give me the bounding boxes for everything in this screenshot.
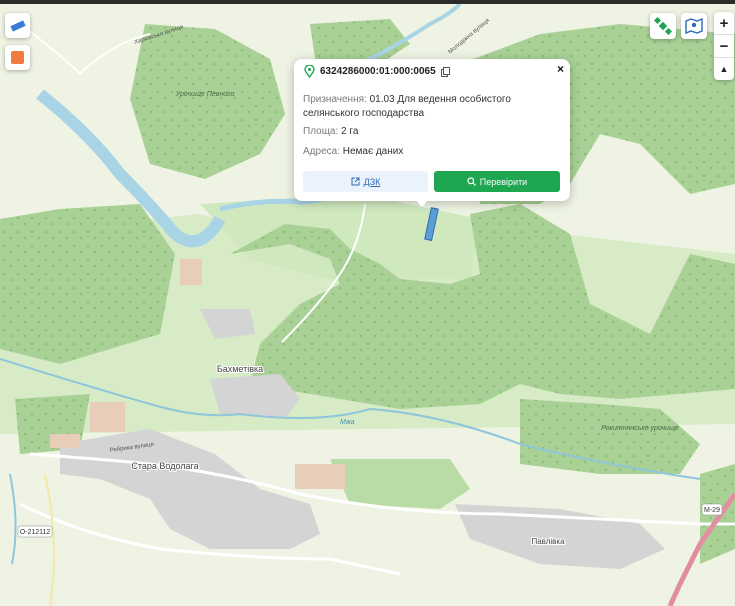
- purpose-label: Призначення:: [303, 94, 367, 105]
- area-label: Площа:: [303, 126, 339, 137]
- check-button[interactable]: Перевірити: [434, 171, 560, 192]
- dzk-button[interactable]: ДЗК: [303, 171, 428, 192]
- cadastral-number: 6324286000:01:000:0065: [320, 66, 436, 77]
- place-bakhmetivka: Бахметівка: [217, 364, 263, 374]
- area-row: Площа: 2 га: [303, 125, 565, 139]
- satellite-icon: [654, 17, 672, 35]
- draw-tool-button[interactable]: [5, 13, 30, 38]
- popup-header: 6324286000:01:000:0065: [304, 65, 450, 78]
- industrial-area: [90, 402, 125, 432]
- ruler-icon: [9, 19, 26, 32]
- industrial-area: [180, 259, 202, 285]
- zoom-control: + − ▲: [714, 12, 734, 80]
- dzk-button-label: ДЗК: [363, 176, 381, 187]
- location-pin-icon: [304, 65, 315, 78]
- popup-pointer: [415, 199, 429, 207]
- parcel-popup: 6324286000:01:000:0065 × Призначення: 01…: [294, 59, 570, 201]
- industrial-area: [50, 434, 80, 448]
- check-button-label: Перевірити: [479, 176, 528, 187]
- zoom-in-button[interactable]: +: [714, 12, 734, 35]
- layer-color-button[interactable]: [5, 45, 30, 70]
- close-button[interactable]: ×: [557, 62, 564, 76]
- external-link-icon: [351, 177, 360, 186]
- place-urochyshche-pevnoho: Урочище Певного: [175, 91, 235, 98]
- copy-icon[interactable]: [440, 66, 450, 77]
- map-layers-button[interactable]: [681, 13, 707, 39]
- industrial-area: [295, 464, 345, 489]
- area-value: 2 га: [341, 126, 359, 137]
- zoom-out-button[interactable]: −: [714, 35, 734, 58]
- north-arrow-button[interactable]: ▲: [714, 58, 734, 80]
- road-badge-m29-label: М-29: [704, 507, 720, 514]
- address-row: Адреса: Немає даних: [303, 145, 565, 159]
- place-rokytnianske: Рокитнянське урочище: [601, 425, 679, 432]
- color-swatch-icon: [11, 51, 24, 64]
- search-icon: [467, 177, 476, 186]
- purpose-row: Призначення: 01.03 Для ведення особистог…: [303, 93, 565, 121]
- satellite-button[interactable]: [650, 13, 676, 39]
- address-label: Адреса:: [303, 146, 340, 157]
- river-mzha: Мжа: [340, 419, 355, 426]
- place-pavlivka: Павлівка: [531, 537, 565, 546]
- map-icon: [685, 18, 703, 34]
- road-badge-o212112-label: О-212112: [20, 529, 51, 536]
- place-stara-vodolaha: Стара Водолага: [131, 461, 198, 471]
- address-value: Немає даних: [342, 146, 404, 157]
